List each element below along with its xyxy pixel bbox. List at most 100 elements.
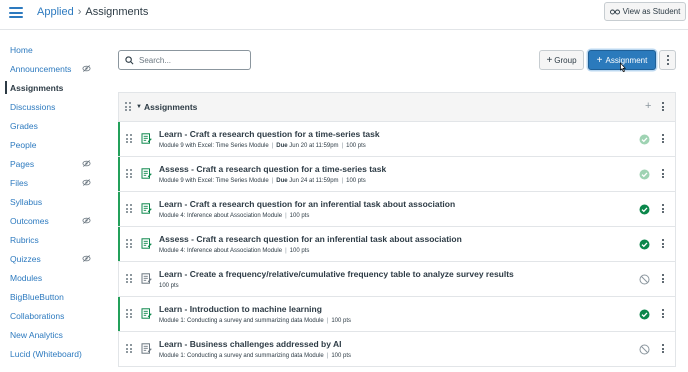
eye-hidden-icon [82, 255, 91, 262]
kebab-icon[interactable] [662, 102, 664, 112]
sidebar-item-files[interactable]: Files [0, 173, 105, 192]
sidebar-item-label: New Analytics [10, 329, 63, 340]
assignment-title-link[interactable]: Learn - Business challenges addressed by… [159, 339, 342, 349]
assignment-icon [141, 168, 152, 179]
sidebar-item-home[interactable]: Home [0, 40, 105, 59]
sidebar-item-assignments[interactable]: Assignments [0, 78, 105, 97]
drag-handle-icon[interactable] [126, 239, 132, 248]
search-icon [125, 55, 134, 64]
meta-separator: | [285, 213, 287, 219]
sidebar-item-syllabus[interactable]: Syllabus [0, 192, 105, 211]
sidebar-item-label: Lucid (Whiteboard) [10, 348, 82, 359]
assignment-points: 100 pts [159, 283, 179, 289]
assignment-meta: Module 1: Conducting a survey and summar… [159, 353, 351, 359]
assignment-points: 100 pts [331, 353, 352, 359]
drag-handle-icon[interactable] [125, 102, 131, 111]
sidebar-item-collaborations[interactable]: Collaborations [0, 306, 105, 325]
drag-handle-icon[interactable] [126, 344, 132, 353]
breadcrumb-course-link[interactable]: Applied [37, 6, 74, 18]
assignment-title-link[interactable]: Learn - Introduction to machine learning [159, 304, 322, 314]
search-input[interactable] [139, 55, 239, 65]
drag-handle-icon[interactable] [126, 134, 132, 143]
view-as-student-label: View as Student [622, 7, 681, 16]
assignment-module: Module 4: Inference about Association Mo… [159, 248, 283, 254]
eye-hidden-icon [82, 160, 91, 167]
meta-separator: | [341, 178, 344, 184]
assignment-title-link[interactable]: Learn - Craft a research question for an… [159, 199, 455, 209]
sidebar-item-announcements[interactable]: Announcements [0, 59, 105, 78]
add-to-group-icon[interactable]: + [645, 100, 651, 112]
unpublished-icon[interactable] [639, 274, 650, 285]
assignment-title-link[interactable]: Assess - Craft a research question for a… [159, 164, 386, 174]
sidebar-item-label: Syllabus [10, 196, 43, 207]
add-group-button[interactable]: + Group [539, 50, 584, 70]
assignment-title-link[interactable]: Assess - Craft a research question for a… [159, 234, 462, 244]
published-check-icon[interactable] [639, 169, 650, 180]
sidebar-item-label: People [10, 139, 37, 150]
caret-down-icon[interactable]: ▼ [136, 104, 142, 110]
view-as-student-button[interactable]: View as Student [604, 2, 686, 21]
assignment-points: 100 pts [289, 213, 310, 219]
kebab-icon[interactable] [662, 309, 664, 319]
assignment-row[interactable]: Learn - Introduction to machine learning… [118, 297, 675, 332]
add-group-label: Group [554, 55, 577, 65]
kebab-icon[interactable] [662, 169, 664, 179]
sidebar-item-new-analytics[interactable]: New Analytics [0, 325, 105, 344]
kebab-icon[interactable] [662, 239, 664, 249]
published-check-icon[interactable] [639, 309, 650, 320]
assignment-row[interactable]: Assess - Craft a research question for a… [118, 227, 675, 262]
kebab-icon[interactable] [662, 344, 664, 354]
eye-hidden-icon [82, 217, 91, 224]
drag-handle-icon[interactable] [126, 309, 132, 318]
sidebar-item-lucid-whiteboard[interactable]: Lucid (Whiteboard) [0, 344, 105, 363]
drag-handle-icon[interactable] [126, 274, 132, 283]
sidebar-item-label: Rubrics [10, 234, 39, 245]
sidebar-item-label: Modules [10, 272, 43, 283]
due-label: Due [276, 178, 288, 184]
sidebar-item-outcomes[interactable]: Outcomes [0, 211, 105, 230]
assignment-icon [141, 203, 152, 214]
sidebar-item-rubrics[interactable]: Rubrics [0, 230, 105, 249]
assignment-group-header[interactable]: ▼ Assignments + [119, 93, 675, 122]
assignment-title-link[interactable]: Learn - Create a frequency/relative/cumu… [159, 269, 514, 279]
sidebar-item-discussions[interactable]: Discussions [0, 97, 105, 116]
search-box[interactable] [118, 50, 251, 70]
eye-hidden-icon [82, 65, 91, 72]
assignment-row[interactable]: Learn - Craft a research question for a … [118, 122, 675, 157]
assignment-list: Learn - Craft a research question for a … [118, 122, 675, 367]
sidebar-item-label: Assignments [10, 82, 64, 93]
sidebar-item-people[interactable]: People [0, 135, 105, 154]
sidebar-item-pages[interactable]: Pages [0, 154, 105, 173]
sidebar-item-label: Quizzes [10, 253, 41, 264]
published-check-icon[interactable] [639, 134, 650, 145]
published-check-icon[interactable] [639, 239, 650, 250]
sidebar-item-quizzes[interactable]: Quizzes [0, 249, 105, 268]
sidebar-item-label: Outcomes [10, 215, 49, 226]
assignment-row[interactable]: Assess - Craft a research question for a… [118, 157, 675, 192]
kebab-icon[interactable] [662, 204, 664, 214]
assignment-meta: Module 9 with Excel: Time Series Module |… [159, 143, 366, 149]
kebab-icon[interactable] [662, 274, 664, 284]
sidebar-item-bigbluebutton[interactable]: BigBlueButton [0, 287, 105, 306]
assignment-meta: Module 4: Inference about Association Mo… [159, 248, 309, 254]
hamburger-menu-icon[interactable] [9, 7, 23, 18]
assignment-row[interactable]: Learn - Business challenges addressed by… [119, 332, 675, 367]
assignment-icon [141, 238, 152, 249]
meta-separator: | [326, 318, 329, 324]
assignment-row[interactable]: Learn - Create a frequency/relative/cumu… [119, 262, 675, 297]
sidebar-item-modules[interactable]: Modules [0, 268, 105, 287]
assignment-icon [141, 343, 152, 354]
assignment-row[interactable]: Learn - Craft a research question for an… [118, 192, 675, 227]
sidebar-item-grades[interactable]: Grades [0, 116, 105, 135]
drag-handle-icon[interactable] [126, 169, 132, 178]
kebab-icon[interactable] [662, 134, 664, 144]
more-options-button[interactable] [659, 50, 676, 70]
assignment-title-link[interactable]: Learn - Craft a research question for a … [159, 129, 380, 139]
sidebar-item-label: Collaborations [10, 310, 65, 321]
breadcrumb-current: Assignments [85, 6, 149, 18]
assignment-meta: Module 1: Conducting a survey and summar… [159, 318, 351, 324]
unpublished-icon[interactable] [639, 344, 650, 355]
meta-separator: | [271, 178, 274, 184]
drag-handle-icon[interactable] [126, 204, 132, 213]
published-check-icon[interactable] [639, 204, 650, 215]
